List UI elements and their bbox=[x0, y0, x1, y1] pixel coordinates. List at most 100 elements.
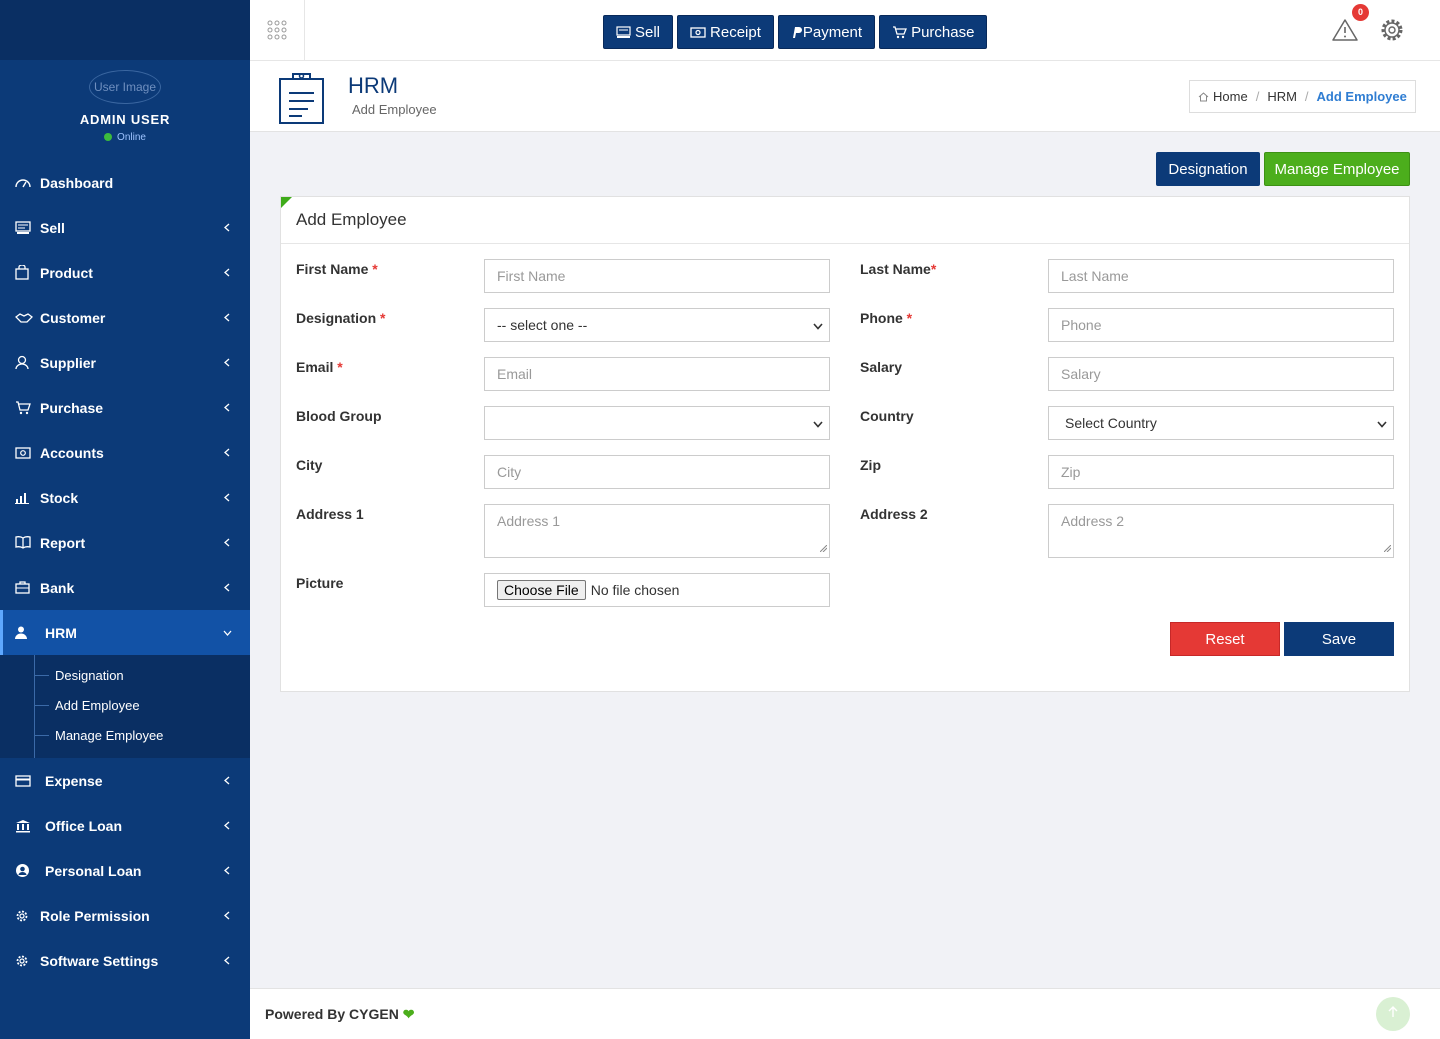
footer-credit: Powered By CYGEN ❤ bbox=[265, 1006, 415, 1022]
bank-icon bbox=[15, 819, 35, 833]
alert-count-badge: 0 bbox=[1352, 4, 1369, 21]
chevron-left-icon bbox=[222, 223, 232, 233]
phone-field[interactable]: Phone bbox=[1048, 308, 1394, 342]
address1-label: Address 1 bbox=[296, 506, 364, 522]
hrm-submenu: Designation Add Employee Manage Employee bbox=[0, 655, 250, 758]
chevron-left-icon bbox=[222, 956, 232, 966]
sidebar-item-customer[interactable]: Customer bbox=[0, 295, 250, 340]
chevron-down-icon bbox=[222, 628, 232, 638]
person-icon bbox=[15, 626, 35, 639]
topbar: Sell Receipt Payment Purchase 0 bbox=[250, 0, 1440, 61]
avatar: User Image bbox=[89, 70, 161, 104]
card-title: Add Employee bbox=[281, 197, 1409, 244]
chevron-left-icon bbox=[222, 583, 232, 593]
sidebar-item-hrm[interactable]: HRM bbox=[0, 610, 250, 655]
product-icon bbox=[15, 265, 35, 280]
address2-label: Address 2 bbox=[860, 506, 928, 522]
designation-button[interactable]: Designation bbox=[1156, 152, 1260, 186]
address2-textarea[interactable]: Address 2 bbox=[1048, 504, 1394, 558]
sidebar-item-stock[interactable]: Stock bbox=[0, 475, 250, 520]
sidebar-item-report[interactable]: Report bbox=[0, 520, 250, 565]
blood-group-select[interactable] bbox=[484, 406, 830, 440]
sidebar-logo-area bbox=[0, 0, 250, 60]
chevron-left-icon bbox=[222, 911, 232, 921]
quick-actions: Sell Receipt Payment Purchase bbox=[603, 15, 988, 49]
breadcrumb-separator: / bbox=[1255, 89, 1260, 104]
handshake-icon bbox=[15, 312, 35, 324]
apps-grid-icon[interactable] bbox=[250, 0, 305, 60]
sidebar-item-sell[interactable]: Sell bbox=[0, 205, 250, 250]
salary-field[interactable]: Salary bbox=[1048, 357, 1394, 391]
home-icon bbox=[1198, 91, 1209, 102]
online-dot-icon bbox=[104, 133, 113, 141]
manage-employee-button[interactable]: Manage Employee bbox=[1264, 152, 1410, 186]
quick-purchase-button[interactable]: Purchase bbox=[879, 15, 988, 49]
sidebar-item-personal-loan[interactable]: Personal Loan bbox=[0, 848, 250, 893]
user-circle-icon bbox=[15, 863, 35, 878]
page-title: HRM bbox=[348, 73, 399, 98]
choose-file-button[interactable]: Choose File bbox=[497, 580, 586, 600]
email-label: Email * bbox=[296, 359, 343, 375]
add-employee-card: Add Employee First Name * First Name Las… bbox=[280, 196, 1410, 692]
save-button[interactable]: Save bbox=[1284, 622, 1394, 656]
country-label: Country bbox=[860, 408, 914, 424]
chevron-left-icon bbox=[222, 866, 232, 876]
submenu-item-add-employee[interactable]: Add Employee bbox=[0, 690, 250, 720]
quick-payment-button[interactable]: Payment bbox=[777, 15, 876, 49]
last-name-field[interactable]: Last Name bbox=[1048, 259, 1394, 293]
sidebar-item-expense[interactable]: Expense bbox=[0, 758, 250, 803]
picture-file-input[interactable]: Choose File No file chosen bbox=[484, 573, 830, 607]
chevron-left-icon bbox=[222, 268, 232, 278]
cart-icon bbox=[15, 400, 35, 415]
designation-select[interactable]: -- select one -- bbox=[484, 308, 830, 342]
sidebar-item-bank[interactable]: Bank bbox=[0, 565, 250, 610]
submenu-item-manage-employee[interactable]: Manage Employee bbox=[0, 720, 250, 750]
sidebar-item-software-settings[interactable]: Software Settings bbox=[0, 938, 250, 983]
blood-group-label: Blood Group bbox=[296, 408, 382, 424]
sidebar-item-office-loan[interactable]: Office Loan bbox=[0, 803, 250, 848]
card-corner-accent bbox=[281, 197, 292, 208]
address1-textarea[interactable]: Address 1 bbox=[484, 504, 830, 558]
resize-grip-icon[interactable] bbox=[819, 539, 828, 555]
sidebar-item-product[interactable]: Product bbox=[0, 250, 250, 295]
user-icon bbox=[15, 355, 35, 370]
scroll-to-top-button[interactable] bbox=[1376, 997, 1410, 1031]
breadcrumb-hrm[interactable]: HRM bbox=[1267, 89, 1297, 104]
country-select[interactable]: Select Country bbox=[1048, 406, 1394, 440]
money-icon bbox=[15, 446, 35, 459]
quick-receipt-button[interactable]: Receipt bbox=[677, 15, 774, 49]
sidebar-item-supplier[interactable]: Supplier bbox=[0, 340, 250, 385]
alert-icon[interactable] bbox=[1332, 18, 1358, 44]
sidebar-item-purchase[interactable]: Purchase bbox=[0, 385, 250, 430]
user-panel: User Image ADMIN USER Online bbox=[0, 60, 250, 160]
settings-gear-icon[interactable] bbox=[1378, 16, 1406, 44]
paypal-icon bbox=[791, 26, 802, 39]
reset-button[interactable]: Reset bbox=[1170, 622, 1280, 656]
resize-grip-icon[interactable] bbox=[1383, 539, 1392, 555]
book-icon bbox=[15, 536, 35, 549]
picture-label: Picture bbox=[296, 575, 344, 591]
city-field[interactable]: City bbox=[484, 455, 830, 489]
zip-field[interactable]: Zip bbox=[1048, 455, 1394, 489]
submenu-item-designation[interactable]: Designation bbox=[0, 660, 250, 690]
sidebar-item-accounts[interactable]: Accounts bbox=[0, 430, 250, 475]
sidebar-item-dashboard[interactable]: Dashboard bbox=[0, 160, 250, 205]
quick-sell-button[interactable]: Sell bbox=[603, 15, 674, 49]
first-name-field[interactable]: First Name bbox=[484, 259, 830, 293]
page-subtitle: Add Employee bbox=[352, 102, 437, 117]
email-field[interactable]: Email bbox=[484, 357, 830, 391]
credit-card-icon bbox=[15, 774, 35, 787]
chevron-left-icon bbox=[222, 821, 232, 831]
chevron-down-icon bbox=[813, 317, 823, 333]
breadcrumb-home[interactable]: Home bbox=[1213, 89, 1248, 104]
chevron-left-icon bbox=[222, 493, 232, 503]
designation-label: Designation * bbox=[296, 310, 386, 326]
chevron-left-icon bbox=[222, 448, 232, 458]
sidebar-item-role-permission[interactable]: Role Permission bbox=[0, 893, 250, 938]
user-name: ADMIN USER bbox=[79, 112, 171, 127]
bar-chart-icon bbox=[15, 491, 35, 504]
breadcrumb: Home / HRM / Add Employee bbox=[1189, 80, 1416, 113]
money-icon bbox=[690, 26, 706, 38]
briefcase-icon bbox=[15, 581, 35, 594]
register-icon bbox=[616, 25, 631, 39]
